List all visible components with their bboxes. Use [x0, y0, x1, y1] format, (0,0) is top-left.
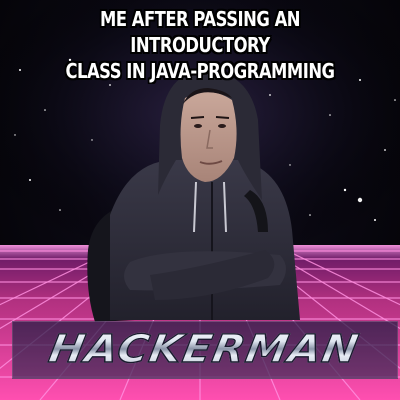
- meme-caption: ME AFTER PASSING AN INTRODUCTORY CLASS I…: [36, 6, 364, 84]
- caption-line-2: CLASS IN JAVA-PROGRAMMING: [65, 59, 335, 83]
- hackerman-logo-text: HACKERMAN: [7, 323, 400, 375]
- meme-image: ME AFTER PASSING AN INTRODUCTORY CLASS I…: [0, 0, 400, 400]
- caption-line-1: ME AFTER PASSING AN INTRODUCTORY: [99, 7, 301, 57]
